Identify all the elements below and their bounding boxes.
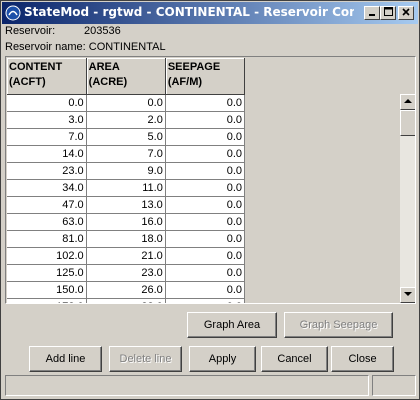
area-cell[interactable]: 21.0 — [86, 247, 166, 265]
table-row[interactable]: 63.0 16.0 0.0 — [7, 213, 246, 231]
content-cell[interactable]: 3.0 — [7, 111, 87, 129]
maximize-icon — [383, 7, 393, 16]
area-cell[interactable]: 11.0 — [86, 179, 166, 197]
seepage-cell[interactable]: 0.0 — [165, 179, 246, 197]
area-cell[interactable]: 5.0 — [86, 128, 166, 146]
seepage-cell[interactable]: 0.0 — [165, 196, 246, 214]
seepage-cell[interactable]: 0.0 — [165, 247, 246, 265]
content-cell[interactable]: 0.0 — [7, 94, 87, 112]
reservoir-id-row: Reservoir: 203536 — [5, 25, 121, 37]
column-header-line1: SEEPAGE — [167, 61, 221, 73]
content-cell[interactable]: 14.0 — [7, 145, 87, 163]
table-row[interactable]: 14.0 7.0 0.0 — [7, 145, 246, 163]
column-header-area[interactable]: AREA (ACRE) — [86, 58, 166, 95]
status-bar-secondary — [372, 375, 416, 396]
table-row[interactable]: 102.0 21.0 0.0 — [7, 247, 246, 265]
area-cell[interactable]: 9.0 — [86, 162, 166, 180]
area-cell[interactable]: 26.0 — [86, 281, 166, 299]
close-icon — [402, 8, 410, 16]
seepage-cell[interactable]: 0.0 — [165, 94, 246, 112]
status-bar-main — [5, 375, 369, 396]
reservoir-name-value: CONTINENTAL — [88, 41, 166, 53]
window-title: StateMod - rgtwd - CONTINENTAL - Reservo… — [24, 5, 354, 19]
title-bar[interactable]: StateMod - rgtwd - CONTINENTAL - Reservo… — [2, 2, 418, 24]
seepage-cell[interactable]: 0.0 — [165, 264, 246, 282]
close-button[interactable]: Close — [331, 346, 394, 372]
arrow-down-icon — [404, 292, 412, 296]
reservoir-name-row: Reservoir name: CONTINENTAL — [5, 41, 166, 53]
maximize-button[interactable] — [380, 6, 396, 20]
table-row[interactable]: 125.0 23.0 0.0 — [7, 264, 246, 282]
close-window-button[interactable] — [398, 6, 414, 20]
area-cell[interactable]: 23.0 — [86, 264, 166, 282]
minimize-button[interactable] — [364, 6, 380, 20]
scroll-down-button[interactable] — [400, 287, 415, 303]
table-row[interactable]: 0.0 0.0 0.0 — [7, 94, 246, 112]
vertical-scrollbar[interactable] — [400, 94, 415, 303]
scroll-up-button[interactable] — [400, 94, 415, 110]
table-row[interactable]: 150.0 26.0 0.0 — [7, 281, 246, 299]
column-header-line1: CONTENT — [9, 61, 63, 73]
column-header-line2: (ACFT) — [9, 76, 46, 88]
table-row[interactable]: 178.028.00.0 — [7, 298, 246, 303]
content-cell[interactable]: 150.0 — [7, 281, 87, 299]
seepage-cell[interactable]: 0.0 — [165, 162, 246, 180]
minimize-icon — [369, 14, 375, 16]
area-cell[interactable]: 18.0 — [86, 230, 166, 248]
seepage-cell[interactable]: 0.0 — [165, 145, 246, 163]
table-row[interactable]: 7.0 5.0 0.0 — [7, 128, 246, 146]
area-cell[interactable]: 2.0 — [86, 111, 166, 129]
content-cell[interactable]: 178.0 — [7, 298, 87, 303]
column-header-line1: AREA — [88, 61, 120, 73]
table-row[interactable]: 81.0 18.0 0.0 — [7, 230, 246, 248]
apply-button[interactable]: Apply — [189, 346, 256, 372]
delete-line-button[interactable]: Delete line — [109, 346, 182, 372]
area-cell[interactable]: 0.0 — [86, 94, 166, 112]
column-header-line2: (ACRE) — [88, 76, 128, 88]
content-table-frame: CONTENT (ACFT) AREA (ACRE) SEEPAGE (AF/M) 0… — [5, 56, 416, 304]
area-cell[interactable]: 16.0 — [86, 213, 166, 231]
content-cell[interactable]: 102.0 — [7, 247, 87, 265]
reservoir-content-window: StateMod - rgtwd - CONTINENTAL - Reservo… — [0, 0, 420, 400]
seepage-cell[interactable]: 0.0 — [165, 230, 246, 248]
content-cell[interactable]: 81.0 — [7, 230, 87, 248]
column-header-content[interactable]: CONTENT (ACFT) — [7, 58, 87, 95]
content-area-seepage-table[interactable]: CONTENT (ACFT) AREA (ACRE) SEEPAGE (AF/M) 0… — [7, 58, 246, 303]
table-row[interactable]: 34.0 11.0 0.0 — [7, 179, 246, 197]
app-icon — [5, 5, 21, 21]
content-cell[interactable]: 23.0 — [7, 162, 87, 180]
column-header-line2: (AF/M) — [167, 76, 203, 88]
graph-seepage-button[interactable]: Graph Seepage — [284, 312, 393, 338]
content-cell[interactable]: 63.0 — [7, 213, 87, 231]
add-line-button[interactable]: Add line — [29, 346, 102, 372]
seepage-cell[interactable]: 0.0 — [165, 128, 246, 146]
table-row[interactable]: 23.0 9.0 0.0 — [7, 162, 246, 180]
content-cell[interactable]: 47.0 — [7, 196, 87, 214]
reservoir-id-value: 203536 — [84, 25, 121, 37]
scroll-thumb[interactable] — [400, 110, 415, 136]
table-row[interactable]: 3.0 2.0 0.0 — [7, 111, 246, 129]
area-cell[interactable]: 28.0 — [86, 298, 166, 303]
content-cell[interactable]: 7.0 — [7, 128, 87, 146]
content-cell[interactable]: 125.0 — [7, 264, 87, 282]
arrow-up-icon — [404, 99, 412, 103]
seepage-cell[interactable]: 0.0 — [165, 213, 246, 231]
content-cell[interactable]: 34.0 — [7, 179, 87, 197]
area-cell[interactable]: 7.0 — [86, 145, 166, 163]
reservoir-name-label: Reservoir name: — [5, 41, 86, 53]
table-row[interactable]: 47.0 13.0 0.0 — [7, 196, 246, 214]
cancel-button[interactable]: Cancel — [261, 346, 328, 372]
seepage-cell[interactable]: 0.0 — [165, 281, 246, 299]
area-cell[interactable]: 13.0 — [86, 196, 166, 214]
graph-area-button[interactable]: Graph Area — [187, 312, 277, 338]
seepage-cell[interactable]: 0.0 — [165, 111, 246, 129]
seepage-cell[interactable]: 0.0 — [165, 298, 246, 303]
column-header-seepage[interactable]: SEEPAGE (AF/M) — [165, 58, 246, 95]
reservoir-id-label: Reservoir: — [5, 25, 56, 37]
